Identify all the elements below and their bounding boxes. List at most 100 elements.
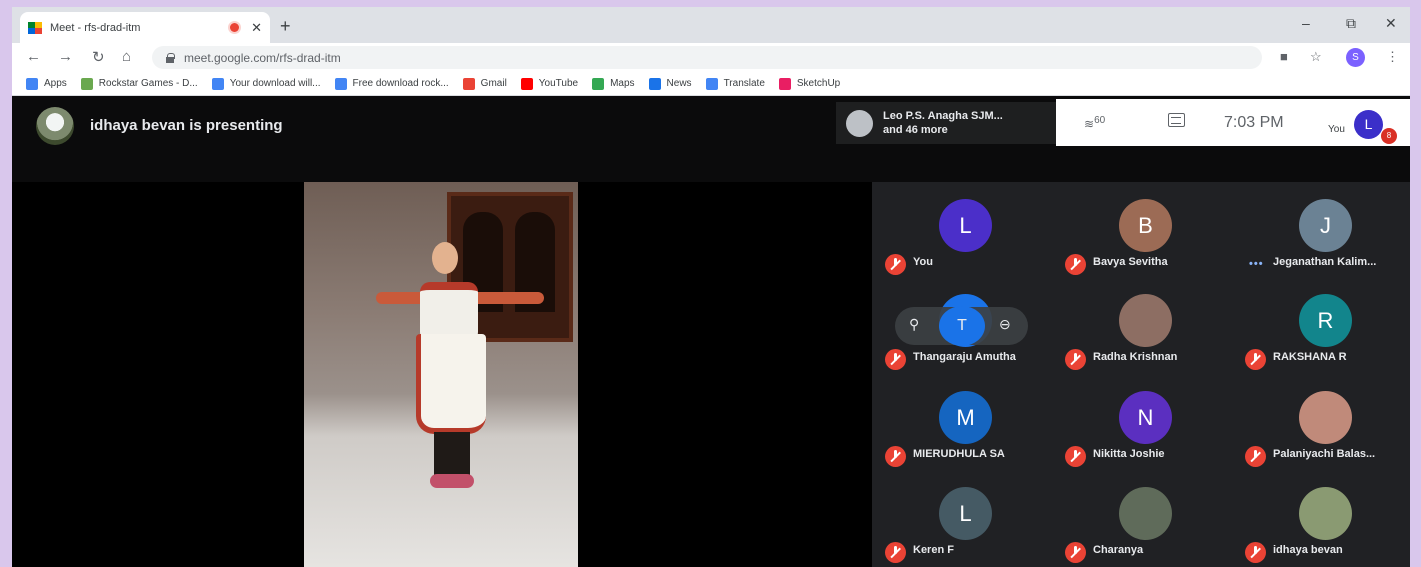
participant-name: RAKSHANA R bbox=[1273, 351, 1347, 363]
participant-name: Radha Krishnan bbox=[1093, 351, 1178, 363]
participant-tile[interactable]: N Nikitta Joshie bbox=[1057, 374, 1237, 470]
participant-name: Palaniyachi Balas... bbox=[1273, 448, 1376, 460]
mute-participant-icon[interactable]: T bbox=[939, 306, 985, 346]
people-count: 60 bbox=[1094, 115, 1106, 126]
tab-close-icon[interactable]: ✕ bbox=[251, 20, 262, 36]
active-speakers[interactable]: Leo P.S. Anagha SJM... and 46 more bbox=[836, 102, 1056, 144]
tile-hover-controls: ⚲ T ⊖ bbox=[895, 306, 1028, 346]
participant-avatar: M bbox=[939, 391, 992, 444]
meet-app: idhaya bevan is presenting Leo P.S. Anag… bbox=[12, 96, 1410, 567]
participant-avatar bbox=[1119, 487, 1172, 540]
back-arrow-icon[interactable]: ← bbox=[26, 48, 41, 65]
bookmark-item[interactable]: YouTube bbox=[520, 77, 579, 90]
participant-tile[interactable]: L You bbox=[877, 182, 1057, 278]
participant-name: MIERUDHULA SA bbox=[913, 448, 1005, 460]
presenting-label: idhaya bevan is presenting bbox=[90, 117, 283, 134]
pin-icon[interactable]: ⚲ bbox=[909, 316, 919, 333]
clock: 7:03 PM bbox=[1224, 114, 1284, 131]
restore-button[interactable]: ⧉ bbox=[1346, 15, 1356, 32]
participant-avatar: L bbox=[939, 487, 992, 540]
you-label: You bbox=[1328, 124, 1345, 135]
tab-strip: Meet - rfs-drad-itm ✕ + – ⧉ ✕ bbox=[12, 7, 1410, 43]
dancer-costume bbox=[416, 334, 486, 434]
bookmark-label: Translate bbox=[723, 78, 765, 89]
bookmark-item[interactable]: Your download will... bbox=[211, 77, 321, 90]
bookmark-item[interactable]: Translate bbox=[705, 77, 765, 90]
participant-tile[interactable]: Charanya bbox=[1057, 470, 1237, 566]
presentation-stage bbox=[12, 182, 872, 567]
participant-avatar bbox=[1119, 294, 1172, 347]
meet-tab[interactable]: Meet - rfs-drad-itm ✕ bbox=[20, 12, 270, 43]
participant-avatar: R bbox=[1299, 294, 1352, 347]
participant-avatar bbox=[1299, 391, 1352, 444]
people-button[interactable]: ≋60 bbox=[1084, 115, 1105, 131]
bookmark-icon bbox=[211, 77, 224, 90]
news-icon bbox=[648, 77, 661, 90]
bookmark-item[interactable]: Maps bbox=[592, 77, 635, 90]
bookmark-label: Rockstar Games - D... bbox=[98, 78, 198, 89]
participant-name: Bavya Sevitha bbox=[1093, 256, 1168, 268]
rockstar-icon bbox=[80, 77, 93, 90]
participant-avatar bbox=[1299, 487, 1352, 540]
mic-off-icon bbox=[885, 446, 906, 467]
mic-off-icon bbox=[1065, 542, 1086, 563]
participant-name: Keren F bbox=[913, 544, 954, 556]
bookmark-item[interactable]: News bbox=[648, 77, 692, 90]
bookmark-item[interactable]: SketchUp bbox=[778, 77, 841, 90]
meet-favicon-icon bbox=[28, 21, 42, 34]
bookmark-item[interactable]: Free download rock... bbox=[334, 77, 449, 90]
mic-off-icon bbox=[885, 542, 906, 563]
participant-name: Nikitta Joshie bbox=[1093, 448, 1165, 460]
bookmark-label: Maps bbox=[610, 78, 635, 89]
home-icon[interactable]: ⌂ bbox=[122, 48, 131, 65]
gmail-icon bbox=[462, 77, 475, 90]
remove-icon[interactable]: ⊖ bbox=[999, 316, 1011, 333]
browser-window: Meet - rfs-drad-itm ✕ + – ⧉ ✕ ← → ↻ ⌂ me… bbox=[12, 7, 1410, 567]
browser-menu-icon[interactable]: ⋮ bbox=[1386, 49, 1399, 65]
lock-icon[interactable] bbox=[166, 53, 175, 63]
forward-arrow-icon[interactable]: → bbox=[58, 48, 73, 65]
participant-tile[interactable]: L Keren F bbox=[877, 470, 1057, 566]
camera-icon[interactable]: ■ bbox=[1280, 49, 1288, 64]
reload-icon[interactable]: ↻ bbox=[92, 48, 105, 66]
close-window-button[interactable]: ✕ bbox=[1385, 15, 1397, 32]
participant-tile[interactable]: R RAKSHANA R bbox=[1237, 277, 1410, 373]
bookmarks-bar: Apps Rockstar Games - D... Your download w… bbox=[12, 72, 1410, 96]
bookmark-label: SketchUp bbox=[796, 78, 841, 89]
participant-tile[interactable]: J ••• Jeganathan Kalim... bbox=[1237, 182, 1410, 278]
mic-off-icon bbox=[1065, 254, 1086, 275]
participant-grid: L You B Bavya Sevitha J ••• Jeganathan Kalim..… bbox=[872, 182, 1410, 567]
dancer-body bbox=[420, 282, 478, 342]
participant-tile[interactable]: B Bavya Sevitha bbox=[1057, 182, 1237, 278]
presenter-avatar bbox=[36, 107, 74, 145]
bookmark-item[interactable]: Rockstar Games - D... bbox=[80, 77, 198, 90]
speaker-more: and 46 more bbox=[883, 124, 948, 136]
bookmark-label: YouTube bbox=[538, 78, 579, 89]
chat-icon[interactable] bbox=[1168, 113, 1185, 127]
bookmark-icon bbox=[334, 77, 347, 90]
new-tab-button[interactable]: + bbox=[280, 16, 291, 37]
participant-tile[interactable]: M MIERUDHULA SA bbox=[877, 374, 1057, 470]
bookmark-item[interactable]: Apps bbox=[26, 77, 67, 90]
bookmark-item[interactable]: Gmail bbox=[462, 77, 507, 90]
participant-tile[interactable]: Palaniyachi Balas... bbox=[1237, 374, 1410, 470]
bookmark-label: Your download will... bbox=[229, 78, 321, 89]
participant-tile[interactable]: idhaya bevan bbox=[1237, 470, 1410, 566]
speaker-avatar bbox=[846, 109, 873, 137]
bookmark-label: Free download rock... bbox=[352, 78, 449, 89]
url-text[interactable]: meet.google.com/rfs-drad-itm bbox=[184, 51, 341, 65]
participant-avatar: J bbox=[1299, 199, 1352, 252]
participant-tile[interactable]: Radha Krishnan bbox=[1057, 277, 1237, 373]
participant-avatar: L bbox=[939, 199, 992, 252]
mic-off-icon bbox=[1245, 349, 1266, 370]
speaking-indicator-icon: ••• bbox=[1249, 258, 1264, 270]
address-bar[interactable]: meet.google.com/rfs-drad-itm bbox=[152, 46, 1262, 69]
mic-off-icon bbox=[1245, 542, 1266, 563]
my-avatar[interactable]: L bbox=[1354, 110, 1383, 139]
profile-avatar[interactable]: S bbox=[1346, 48, 1365, 67]
minimize-button[interactable]: – bbox=[1302, 15, 1310, 31]
bookmark-label: News bbox=[666, 78, 692, 89]
people-icon: ≋ bbox=[1084, 117, 1095, 131]
bookmark-star-icon[interactable]: ☆ bbox=[1310, 49, 1322, 65]
sketchup-icon bbox=[778, 77, 791, 90]
